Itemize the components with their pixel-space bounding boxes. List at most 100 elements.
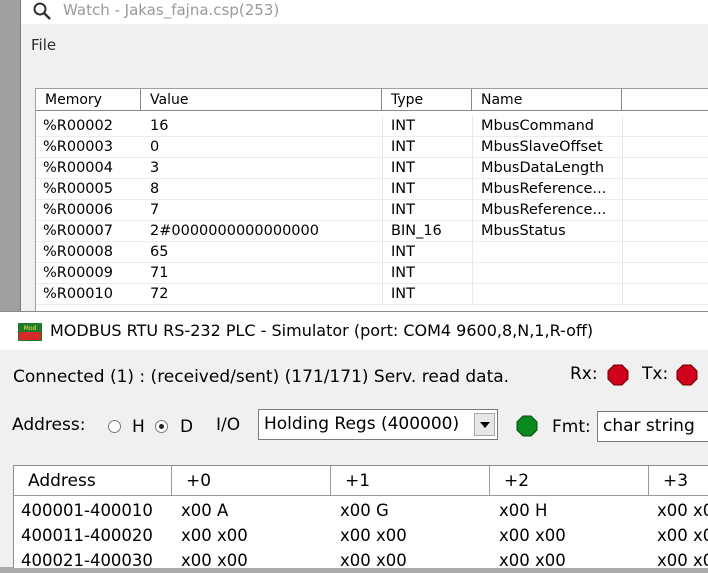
watch-cell-type: INT bbox=[391, 265, 415, 281]
column-separator bbox=[472, 200, 473, 221]
watch-window: Watch - Jakas_fajna.csp(253) File Memory… bbox=[20, 0, 708, 321]
register-value-cell[interactable]: x00 x00 bbox=[181, 523, 248, 548]
watch-window-title: Watch - Jakas_fajna.csp(253) bbox=[63, 1, 280, 19]
column-separator bbox=[622, 284, 623, 305]
watch-cell-value: 7 bbox=[150, 202, 160, 218]
watch-cell-name: MbusDataLength bbox=[481, 160, 605, 176]
watch-cell-value: 71 bbox=[150, 265, 169, 281]
watch-cell-name: MbusCommand bbox=[481, 118, 594, 134]
rx-indicator-led bbox=[607, 364, 629, 386]
dropdown-button[interactable] bbox=[474, 413, 495, 436]
watch-cell-memory: %R00005 bbox=[43, 181, 113, 197]
rx-label: Rx: bbox=[570, 364, 598, 384]
column-header-value[interactable]: Value bbox=[141, 89, 382, 111]
watch-cell-type: INT bbox=[391, 286, 415, 302]
format-dropdown[interactable]: char string bbox=[597, 411, 708, 442]
register-value-cell[interactable]: x00 x00 bbox=[499, 523, 566, 548]
register-value-cell[interactable]: x00 x0 bbox=[657, 548, 708, 573]
column-header-name[interactable]: Name bbox=[472, 89, 622, 111]
watch-table-row[interactable]: %R00003 0 INT MbusSlaveOffset bbox=[36, 137, 708, 158]
column-separator bbox=[472, 116, 473, 137]
register-value-cell[interactable]: x00 x00 bbox=[340, 523, 407, 548]
watch-table-row[interactable]: %R00008 65 INT bbox=[36, 242, 708, 263]
modbus-simulator-window: Mod MODBUS RTU RS-232 PLC - Simulator (p… bbox=[0, 311, 708, 570]
column-separator bbox=[472, 242, 473, 263]
watch-table-row[interactable]: %R00006 7 INT MbusReference... bbox=[36, 200, 708, 221]
watch-cell-memory: %R00008 bbox=[43, 244, 113, 260]
io-type-dropdown[interactable]: Holding Regs (400000) bbox=[258, 409, 498, 440]
watch-table-row[interactable]: %R00004 3 INT MbusDataLength bbox=[36, 158, 708, 179]
watch-table-row[interactable]: %R00007 2#0000000000000000 BIN_16 MbusStatu… bbox=[36, 221, 708, 242]
column-header-offset-0[interactable]: +0 bbox=[172, 466, 331, 496]
column-header-type[interactable]: Type bbox=[382, 89, 472, 111]
watch-cell-memory: %R00002 bbox=[43, 118, 113, 134]
radio-selected-dot bbox=[159, 424, 164, 429]
column-separator bbox=[382, 263, 383, 284]
column-header-offset-3[interactable]: +3 bbox=[649, 466, 708, 496]
register-table-row[interactable]: 400011-400020 x00 x00 x00 x00 x00 x00 x00 x0 bbox=[14, 523, 708, 548]
column-separator bbox=[472, 284, 473, 305]
chevron-down-icon bbox=[480, 422, 490, 428]
watch-cell-memory: %R00006 bbox=[43, 202, 113, 218]
watch-table: Memory Value Type Name %R00002 16 INT MbusC… bbox=[35, 88, 708, 321]
watch-cell-type: INT bbox=[391, 202, 415, 218]
column-separator bbox=[472, 263, 473, 284]
watch-cell-name: MbusSlaveOffset bbox=[481, 139, 603, 155]
register-address-cell: 400011-400020 bbox=[21, 526, 153, 545]
address-radio-decimal-label[interactable]: D bbox=[180, 417, 193, 437]
register-value-cell[interactable]: x00 G bbox=[340, 498, 389, 523]
column-separator bbox=[472, 158, 473, 179]
column-separator bbox=[622, 200, 623, 221]
register-table-row[interactable]: 400001-400010 x00 A x00 G x00 H x00 x0 bbox=[14, 498, 708, 523]
io-type-selected-value: Holding Regs (400000) bbox=[264, 414, 460, 434]
column-separator bbox=[382, 158, 383, 179]
column-header-offset-2[interactable]: +2 bbox=[490, 466, 649, 496]
address-label: Address: bbox=[12, 415, 86, 435]
column-header-address[interactable]: Address bbox=[14, 466, 172, 496]
column-separator bbox=[622, 116, 623, 137]
column-separator bbox=[382, 116, 383, 137]
watch-cell-type: INT bbox=[391, 181, 415, 197]
address-radio-hex-label[interactable]: H bbox=[132, 417, 145, 437]
io-label: I/O bbox=[216, 415, 241, 435]
watch-cell-value: 3 bbox=[150, 160, 160, 176]
register-value-cell[interactable]: x00 x00 bbox=[499, 548, 566, 573]
register-address-cell: 400021-400030 bbox=[21, 551, 153, 570]
watch-cell-name: MbusStatus bbox=[481, 223, 566, 239]
watch-menubar: File bbox=[21, 34, 708, 56]
address-radio-decimal[interactable] bbox=[155, 420, 168, 433]
register-value-cell[interactable]: x00 x00 bbox=[181, 548, 248, 573]
address-radio-hex[interactable] bbox=[108, 420, 121, 433]
watch-cell-value: 0 bbox=[150, 139, 160, 155]
modbus-titlebar: Mod MODBUS RTU RS-232 PLC - Simulator (p… bbox=[0, 312, 708, 350]
register-value-cell[interactable]: x00 x00 bbox=[340, 548, 407, 573]
format-selected-value: char string bbox=[603, 416, 695, 436]
status-indicator-led bbox=[516, 415, 538, 437]
register-table-row[interactable]: 400021-400030 x00 x00 x00 x00 x00 x00 x00 x0 bbox=[14, 548, 708, 573]
watch-cell-type: INT bbox=[391, 160, 415, 176]
register-value-cell[interactable]: x00 A bbox=[181, 498, 228, 523]
register-table: Address +0 +1 +2 +3 400001-400010 x00 Ax0… bbox=[13, 465, 708, 570]
column-separator bbox=[622, 242, 623, 263]
column-header-offset-1[interactable]: +1 bbox=[331, 466, 490, 496]
column-separator bbox=[382, 242, 383, 263]
magnifier-icon bbox=[33, 2, 51, 20]
watch-table-row[interactable]: %R00009 71 INT bbox=[36, 263, 708, 284]
menu-file[interactable]: File bbox=[31, 36, 56, 54]
register-value-cell[interactable]: x00 x0 bbox=[657, 498, 708, 523]
watch-cell-type: INT bbox=[391, 118, 415, 134]
watch-table-row[interactable]: %R00002 16 INT MbusCommand bbox=[36, 116, 708, 137]
column-header-memory[interactable]: Memory bbox=[36, 89, 141, 111]
modbus-app-icon: Mod bbox=[18, 323, 42, 341]
watch-table-row[interactable]: %R00005 8 INT MbusReference... bbox=[36, 179, 708, 200]
column-separator bbox=[622, 137, 623, 158]
watch-cell-memory: %R00003 bbox=[43, 139, 113, 155]
modbus-window-title: MODBUS RTU RS-232 PLC - Simulator (port:… bbox=[50, 321, 594, 340]
register-value-cell[interactable]: x00 x0 bbox=[657, 523, 708, 548]
watch-table-row[interactable]: %R00010 72 INT bbox=[36, 284, 708, 305]
format-label: Fmt: bbox=[552, 417, 591, 437]
column-separator bbox=[622, 263, 623, 284]
column-separator bbox=[382, 179, 383, 200]
column-separator bbox=[472, 179, 473, 200]
register-value-cell[interactable]: x00 H bbox=[499, 498, 547, 523]
